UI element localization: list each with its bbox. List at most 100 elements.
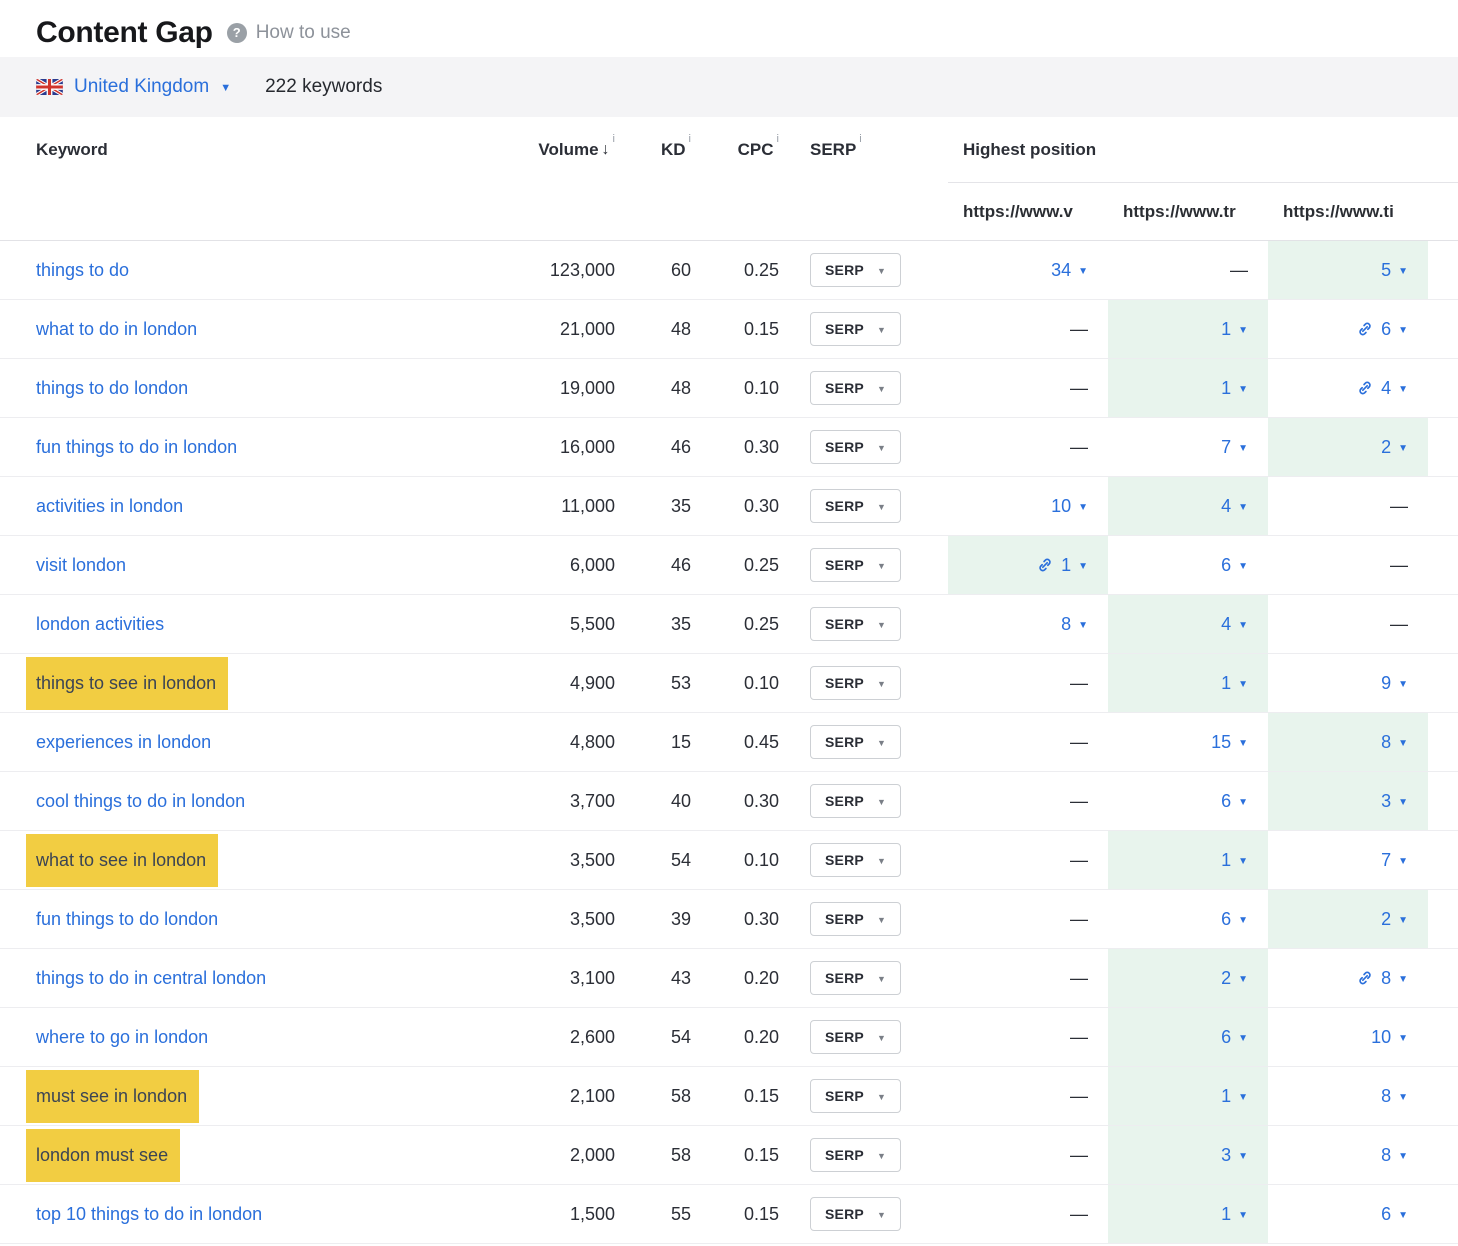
keyword-link[interactable]: what to see in london (26, 834, 218, 887)
serp-button[interactable]: SERP ▼ (810, 843, 901, 877)
position-value[interactable]: 8 (1381, 1145, 1391, 1166)
position-dropdown-icon[interactable]: ▼ (1398, 1149, 1408, 1162)
serp-info-icon[interactable]: i (859, 117, 861, 145)
position-dropdown-icon[interactable]: ▼ (1398, 441, 1408, 454)
serp-button[interactable]: SERP ▼ (810, 548, 901, 582)
keyword-link[interactable]: where to go in london (36, 1027, 208, 1048)
position-value[interactable]: 10 (1051, 496, 1071, 517)
serp-button[interactable]: SERP ▼ (810, 725, 901, 759)
column-header-kd[interactable]: KD i (615, 117, 691, 183)
serp-button[interactable]: SERP ▼ (810, 430, 901, 464)
position-dropdown-icon[interactable]: ▼ (1238, 736, 1248, 749)
position-dropdown-icon[interactable]: ▼ (1398, 972, 1408, 985)
position-value[interactable]: 8 (1061, 614, 1071, 635)
keyword-link[interactable]: cool things to do in london (36, 791, 245, 812)
position-dropdown-icon[interactable]: ▼ (1078, 559, 1088, 572)
position-dropdown-icon[interactable]: ▼ (1238, 559, 1248, 572)
position-value[interactable]: 4 (1381, 378, 1391, 399)
how-to-use-link[interactable]: ? How to use (227, 22, 351, 44)
position-dropdown-icon[interactable]: ▼ (1238, 972, 1248, 985)
position-value[interactable]: 1 (1221, 673, 1231, 694)
serp-button[interactable]: SERP ▼ (810, 489, 901, 523)
position-value[interactable]: 2 (1381, 437, 1391, 458)
position-dropdown-icon[interactable]: ▼ (1398, 382, 1408, 395)
position-dropdown-icon[interactable]: ▼ (1238, 382, 1248, 395)
position-value[interactable]: 1 (1221, 378, 1231, 399)
position-value[interactable]: 4 (1221, 496, 1231, 517)
position-value[interactable]: 8 (1381, 1086, 1391, 1107)
position-dropdown-icon[interactable]: ▼ (1238, 1208, 1248, 1221)
position-value[interactable]: 1 (1221, 319, 1231, 340)
position-dropdown-icon[interactable]: ▼ (1398, 677, 1408, 690)
position-value[interactable]: 5 (1381, 260, 1391, 281)
position-dropdown-icon[interactable]: ▼ (1078, 500, 1088, 513)
position-dropdown-icon[interactable]: ▼ (1398, 264, 1408, 277)
position-value[interactable]: 8 (1381, 732, 1391, 753)
position-value[interactable]: 10 (1371, 1027, 1391, 1048)
position-value[interactable]: 34 (1051, 260, 1071, 281)
serp-button[interactable]: SERP ▼ (810, 1020, 901, 1054)
position-value[interactable]: 6 (1221, 791, 1231, 812)
position-value[interactable]: 15 (1211, 732, 1231, 753)
serp-button[interactable]: SERP ▼ (810, 312, 901, 346)
position-value[interactable]: 6 (1221, 909, 1231, 930)
serp-button[interactable]: SERP ▼ (810, 666, 901, 700)
keyword-link[interactable]: things to do london (36, 378, 188, 399)
keyword-link[interactable]: things to see in london (26, 657, 228, 710)
position-value[interactable]: 2 (1221, 968, 1231, 989)
keyword-link[interactable]: fun things to do in london (36, 437, 237, 458)
serp-button[interactable]: SERP ▼ (810, 253, 901, 287)
position-value[interactable]: 1 (1221, 1204, 1231, 1225)
serp-button[interactable]: SERP ▼ (810, 1197, 901, 1231)
keyword-link[interactable]: top 10 things to do in london (36, 1204, 262, 1225)
serp-button[interactable]: SERP ▼ (810, 371, 901, 405)
position-dropdown-icon[interactable]: ▼ (1398, 736, 1408, 749)
position-value[interactable]: 7 (1381, 850, 1391, 871)
keyword-link[interactable]: what to do in london (36, 319, 197, 340)
position-dropdown-icon[interactable]: ▼ (1078, 618, 1088, 631)
position-dropdown-icon[interactable]: ▼ (1238, 1149, 1248, 1162)
position-dropdown-icon[interactable]: ▼ (1398, 913, 1408, 926)
position-value[interactable]: 2 (1381, 909, 1391, 930)
column-header-volume[interactable]: Volume ↓ i (480, 117, 615, 183)
keyword-link[interactable]: london activities (36, 614, 164, 635)
serp-button[interactable]: SERP ▼ (810, 1079, 901, 1113)
position-value[interactable]: 1 (1061, 555, 1071, 576)
position-value[interactable]: 3 (1221, 1145, 1231, 1166)
serp-button[interactable]: SERP ▼ (810, 784, 901, 818)
position-value[interactable]: 6 (1381, 319, 1391, 340)
keyword-link[interactable]: experiences in london (36, 732, 211, 753)
position-dropdown-icon[interactable]: ▼ (1238, 618, 1248, 631)
serp-button[interactable]: SERP ▼ (810, 961, 901, 995)
column-header-cpc[interactable]: CPC i (691, 117, 779, 183)
position-dropdown-icon[interactable]: ▼ (1238, 677, 1248, 690)
position-value[interactable]: 9 (1381, 673, 1391, 694)
position-dropdown-icon[interactable]: ▼ (1238, 1031, 1248, 1044)
position-value[interactable]: 6 (1221, 555, 1231, 576)
position-dropdown-icon[interactable]: ▼ (1238, 1090, 1248, 1103)
position-value[interactable]: 7 (1221, 437, 1231, 458)
position-dropdown-icon[interactable]: ▼ (1398, 1090, 1408, 1103)
keyword-link[interactable]: must see in london (26, 1070, 199, 1123)
position-value[interactable]: 3 (1381, 791, 1391, 812)
position-dropdown-icon[interactable]: ▼ (1398, 854, 1408, 867)
position-value[interactable]: 4 (1221, 614, 1231, 635)
serp-button[interactable]: SERP ▼ (810, 902, 901, 936)
position-value[interactable]: 6 (1221, 1027, 1231, 1048)
keyword-link[interactable]: visit london (36, 555, 126, 576)
keyword-link[interactable]: things to do in central london (36, 968, 266, 989)
position-dropdown-icon[interactable]: ▼ (1238, 795, 1248, 808)
position-dropdown-icon[interactable]: ▼ (1398, 795, 1408, 808)
position-dropdown-icon[interactable]: ▼ (1398, 1208, 1408, 1221)
serp-button[interactable]: SERP ▼ (810, 607, 901, 641)
position-dropdown-icon[interactable]: ▼ (1238, 323, 1248, 336)
position-dropdown-icon[interactable]: ▼ (1078, 264, 1088, 277)
position-value[interactable]: 1 (1221, 850, 1231, 871)
position-value[interactable]: 1 (1221, 1086, 1231, 1107)
position-value[interactable]: 8 (1381, 968, 1391, 989)
position-dropdown-icon[interactable]: ▼ (1398, 323, 1408, 336)
position-dropdown-icon[interactable]: ▼ (1238, 913, 1248, 926)
position-dropdown-icon[interactable]: ▼ (1238, 500, 1248, 513)
position-value[interactable]: 6 (1381, 1204, 1391, 1225)
keyword-link[interactable]: fun things to do london (36, 909, 218, 930)
